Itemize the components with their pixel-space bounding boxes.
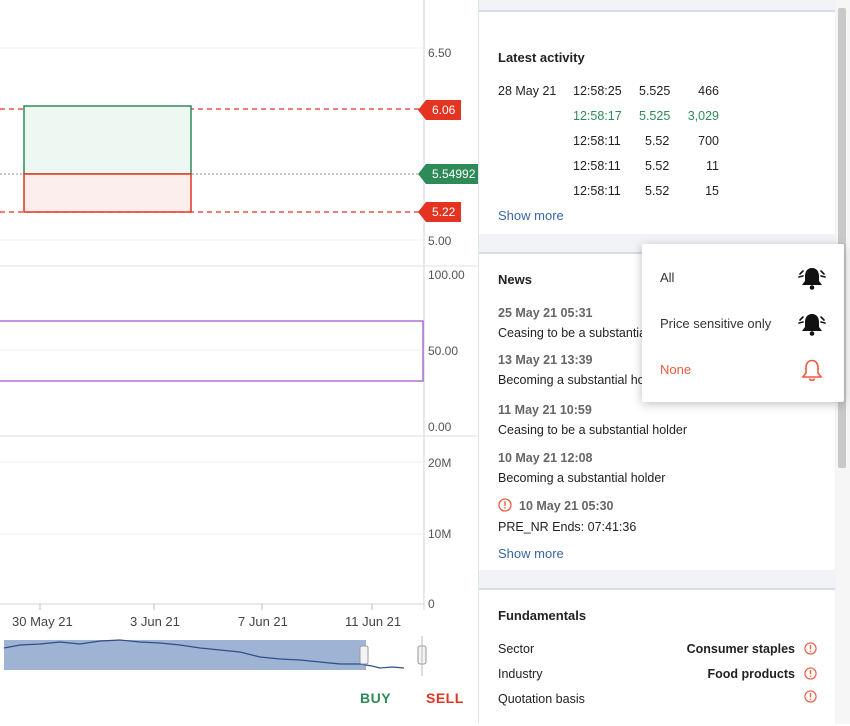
activity-volume: 11	[706, 159, 719, 173]
alert-option-label: All	[660, 270, 675, 285]
news-date: 10 May 21 05:30	[519, 499, 614, 513]
alert-option-price-sensitive[interactable]: Price sensitive only	[642, 302, 844, 346]
info-icon[interactable]	[804, 667, 817, 685]
activity-volume: 700	[698, 134, 719, 148]
activity-time: 12:58:25	[573, 84, 622, 98]
axis-tick: 10M	[428, 527, 452, 541]
news-date: 25 May 21 05:31	[498, 306, 593, 320]
fundamental-value: Consumer staples	[686, 642, 795, 656]
price-tag-current: 5.54992	[417, 164, 482, 184]
alert-option-label: Price sensitive only	[660, 316, 772, 331]
fundamental-label: Sector	[498, 642, 535, 656]
take-profit-zone	[23, 105, 192, 175]
axis-tick: 0	[428, 597, 435, 611]
news-date: 10 May 21 12:08	[498, 451, 593, 465]
activity-volume: 466	[698, 84, 719, 98]
navigator-handle-left	[359, 645, 369, 665]
news-headline-link[interactable]: Becoming a substantial holder	[498, 471, 828, 485]
axis-tick: 100.00	[428, 268, 465, 282]
date-tick: 30 May 21	[12, 614, 73, 629]
news-date: 11 May 21 10:59	[498, 403, 592, 417]
axis-tick: 6.50	[428, 46, 452, 60]
axis-tick: 0.00	[428, 420, 452, 434]
info-icon[interactable]	[804, 642, 817, 660]
activity-price: 5.525	[639, 84, 671, 98]
price-tag-upper: 6.06	[417, 100, 462, 120]
fundamentals-card: Fundamentals Sector Consumer staples Ind…	[479, 588, 835, 726]
activity-price: 5.525	[639, 109, 671, 123]
bell-ringing-icon	[798, 311, 826, 342]
price-chart[interactable]: 6.50 5.00 6.06 5.54992 5.22 100.00 50.00…	[0, 0, 482, 724]
activity-price: 5.52	[645, 159, 670, 173]
activity-time: 12:58:11	[573, 134, 621, 148]
news-headline-link[interactable]: PRE_NR Ends: 07:41:36	[498, 520, 828, 534]
alert-circle-icon	[498, 498, 512, 517]
activity-time: 12:58:17	[573, 109, 622, 123]
news-alert-menu: All Price sensitive only None	[642, 244, 844, 402]
axis-tick: 20M	[428, 456, 452, 470]
axis-tick: 5.00	[428, 234, 452, 248]
activity-show-more-link[interactable]: Show more	[498, 208, 564, 223]
fundamental-value: Food products	[707, 667, 796, 681]
latest-activity-title: Latest activity	[498, 50, 585, 65]
activity-time: 12:58:11	[573, 159, 621, 173]
news-date: 13 May 21 13:39	[498, 353, 593, 367]
activity-price: 5.52	[645, 134, 670, 148]
oscillator-band	[0, 320, 424, 382]
date-tick: 3 Jun 21	[130, 614, 180, 629]
activity-price: 5.52	[645, 184, 670, 198]
bell-ringing-icon	[798, 265, 826, 296]
date-tick: 11 Jun 21	[345, 614, 402, 629]
fundamental-label: Quotation basis	[498, 692, 585, 706]
activity-date: 28 May 21	[498, 84, 557, 98]
sell-button[interactable]: SELL	[426, 690, 464, 706]
activity-volume: 15	[705, 184, 719, 198]
bell-outline-icon	[798, 357, 826, 388]
info-icon[interactable]	[804, 690, 817, 708]
price-tag-lower: 5.22	[417, 202, 462, 222]
activity-time: 12:58:11	[573, 184, 621, 198]
news-show-more-link[interactable]: Show more	[498, 546, 564, 561]
buy-button[interactable]: BUY	[360, 690, 391, 706]
stop-loss-zone	[23, 173, 192, 213]
activity-volume: 3,029	[687, 109, 719, 123]
fundamentals-title: Fundamentals	[498, 608, 587, 623]
fundamental-label: Industry	[498, 667, 543, 681]
date-tick: 7 Jun 21	[238, 614, 288, 629]
axis-tick: 50.00	[428, 344, 459, 358]
news-headline-link[interactable]: Ceasing to be a substantial holder	[498, 423, 828, 437]
alert-option-none[interactable]: None	[642, 348, 844, 392]
news-title: News	[498, 272, 532, 287]
alert-option-label: None	[660, 362, 692, 377]
latest-activity-card: Latest activity 28 May 21 12:58:25 5.525…	[479, 10, 835, 234]
alert-option-all[interactable]: All	[642, 256, 844, 300]
navigator-selection	[4, 640, 366, 670]
